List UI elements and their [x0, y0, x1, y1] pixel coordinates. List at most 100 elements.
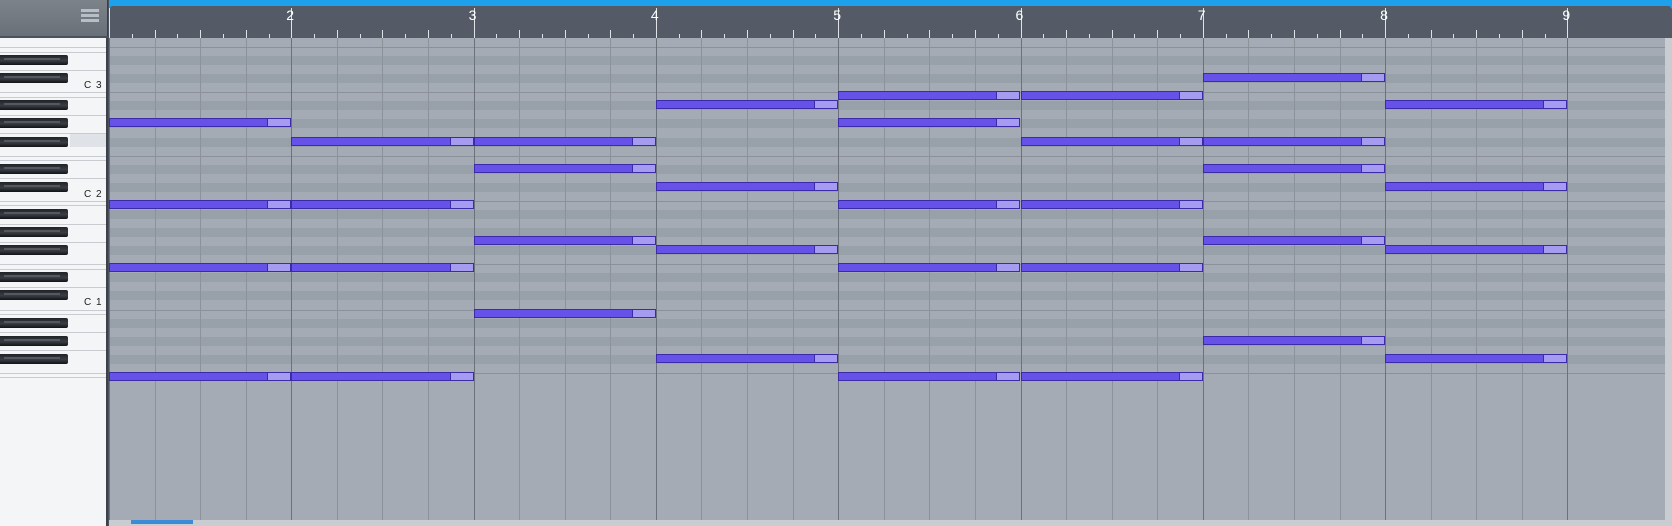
- midi-note[interactable]: [655, 245, 839, 255]
- note-resize-handle[interactable]: [996, 372, 1020, 380]
- note-resize-handle[interactable]: [814, 182, 838, 190]
- midi-note[interactable]: [1202, 335, 1386, 345]
- midi-note[interactable]: [1020, 136, 1203, 146]
- note-resize-handle[interactable]: [996, 264, 1020, 272]
- midi-note[interactable]: [1202, 73, 1386, 83]
- note-resize-handle[interactable]: [449, 372, 473, 380]
- horizontal-scrollbar[interactable]: [109, 520, 1665, 526]
- midi-note[interactable]: [838, 263, 1021, 273]
- midi-note[interactable]: [1385, 100, 1568, 110]
- black-key[interactable]: [0, 290, 68, 301]
- midi-note[interactable]: [109, 199, 292, 209]
- midi-note[interactable]: [109, 371, 292, 381]
- midi-note[interactable]: [655, 181, 839, 191]
- midi-note[interactable]: [473, 308, 656, 318]
- note-resize-handle[interactable]: [996, 119, 1020, 127]
- black-key[interactable]: [0, 208, 68, 219]
- note-resize-handle[interactable]: [449, 264, 473, 272]
- horizontal-scroll-thumb[interactable]: [131, 520, 193, 524]
- note-resize-handle[interactable]: [1543, 354, 1567, 362]
- black-key[interactable]: [0, 227, 68, 238]
- loop-end-handle[interactable]: [1664, 0, 1672, 9]
- black-key[interactable]: [0, 73, 68, 84]
- midi-note[interactable]: [1202, 163, 1386, 173]
- note-resize-handle[interactable]: [631, 309, 655, 317]
- note-resize-handle[interactable]: [449, 200, 473, 208]
- midi-note[interactable]: [473, 136, 656, 146]
- black-key[interactable]: [0, 136, 68, 147]
- black-key[interactable]: [0, 163, 68, 174]
- piano-keyboard[interactable]: C 3 C 2 C 1: [0, 38, 108, 526]
- note-resize-handle[interactable]: [1543, 182, 1567, 190]
- midi-note[interactable]: [1202, 136, 1386, 146]
- note-resize-handle[interactable]: [1178, 264, 1202, 272]
- loop-start-handle[interactable]: [109, 0, 117, 9]
- midi-note[interactable]: [291, 263, 474, 273]
- black-key[interactable]: [0, 100, 68, 111]
- note-resize-handle[interactable]: [267, 264, 291, 272]
- note-resize-handle[interactable]: [1543, 246, 1567, 254]
- midi-note[interactable]: [838, 371, 1021, 381]
- black-key[interactable]: [0, 335, 68, 346]
- black-key[interactable]: [0, 353, 68, 364]
- note-resize-handle[interactable]: [1543, 101, 1567, 109]
- midi-note[interactable]: [838, 118, 1021, 128]
- note-resize-handle[interactable]: [1361, 74, 1385, 82]
- grid-beat-line: [1476, 38, 1478, 520]
- midi-note[interactable]: [473, 236, 656, 246]
- midi-note[interactable]: [1202, 236, 1386, 246]
- black-key[interactable]: [0, 181, 68, 192]
- black-key[interactable]: [0, 118, 68, 129]
- note-resize-handle[interactable]: [631, 137, 655, 145]
- midi-note[interactable]: [1020, 91, 1203, 101]
- midi-note[interactable]: [109, 263, 292, 273]
- note-resize-handle[interactable]: [814, 101, 838, 109]
- midi-note[interactable]: [291, 136, 474, 146]
- midi-note[interactable]: [1020, 263, 1203, 273]
- timeline-ruler[interactable]: 2 3 4 5 6 7 8 9: [109, 0, 1672, 39]
- midi-note[interactable]: [1385, 181, 1568, 191]
- note-resize-handle[interactable]: [1178, 372, 1202, 380]
- note-resize-handle[interactable]: [996, 200, 1020, 208]
- note-resize-handle[interactable]: [1361, 164, 1385, 172]
- midi-note[interactable]: [1385, 245, 1568, 255]
- vertical-scrollbar[interactable]: [1665, 38, 1672, 526]
- ruler-sub-tick: [1066, 30, 1068, 38]
- note-resize-handle[interactable]: [1361, 137, 1385, 145]
- note-resize-handle[interactable]: [996, 92, 1020, 100]
- note-resize-handle[interactable]: [1178, 92, 1202, 100]
- highlighted-key: [70, 133, 106, 148]
- note-resize-handle[interactable]: [267, 372, 291, 380]
- midi-note[interactable]: [838, 199, 1021, 209]
- view-menu-icon[interactable]: [81, 9, 99, 25]
- black-key[interactable]: [0, 272, 68, 283]
- loop-range-bar[interactable]: [109, 0, 1672, 6]
- black-key[interactable]: [0, 245, 68, 256]
- ruler-bar-number: 9: [1562, 7, 1571, 23]
- midi-note[interactable]: [838, 91, 1021, 101]
- note-grid[interactable]: [109, 38, 1665, 520]
- note-resize-handle[interactable]: [814, 354, 838, 362]
- note-resize-handle[interactable]: [449, 137, 473, 145]
- note-resize-handle[interactable]: [631, 237, 655, 245]
- midi-note[interactable]: [291, 199, 474, 209]
- midi-note[interactable]: [655, 100, 839, 110]
- white-key-divider: [0, 332, 106, 334]
- black-key[interactable]: [0, 55, 68, 66]
- note-resize-handle[interactable]: [267, 200, 291, 208]
- note-resize-handle[interactable]: [814, 246, 838, 254]
- note-resize-handle[interactable]: [267, 119, 291, 127]
- midi-note[interactable]: [291, 371, 474, 381]
- midi-note[interactable]: [473, 163, 656, 173]
- midi-note[interactable]: [1385, 353, 1568, 363]
- note-resize-handle[interactable]: [1178, 200, 1202, 208]
- midi-note[interactable]: [1020, 371, 1203, 381]
- note-resize-handle[interactable]: [631, 164, 655, 172]
- note-resize-handle[interactable]: [1178, 137, 1202, 145]
- midi-note[interactable]: [655, 353, 839, 363]
- midi-note[interactable]: [109, 118, 292, 128]
- note-resize-handle[interactable]: [1361, 237, 1385, 245]
- midi-note[interactable]: [1020, 199, 1203, 209]
- note-resize-handle[interactable]: [1361, 336, 1385, 344]
- black-key[interactable]: [0, 317, 68, 328]
